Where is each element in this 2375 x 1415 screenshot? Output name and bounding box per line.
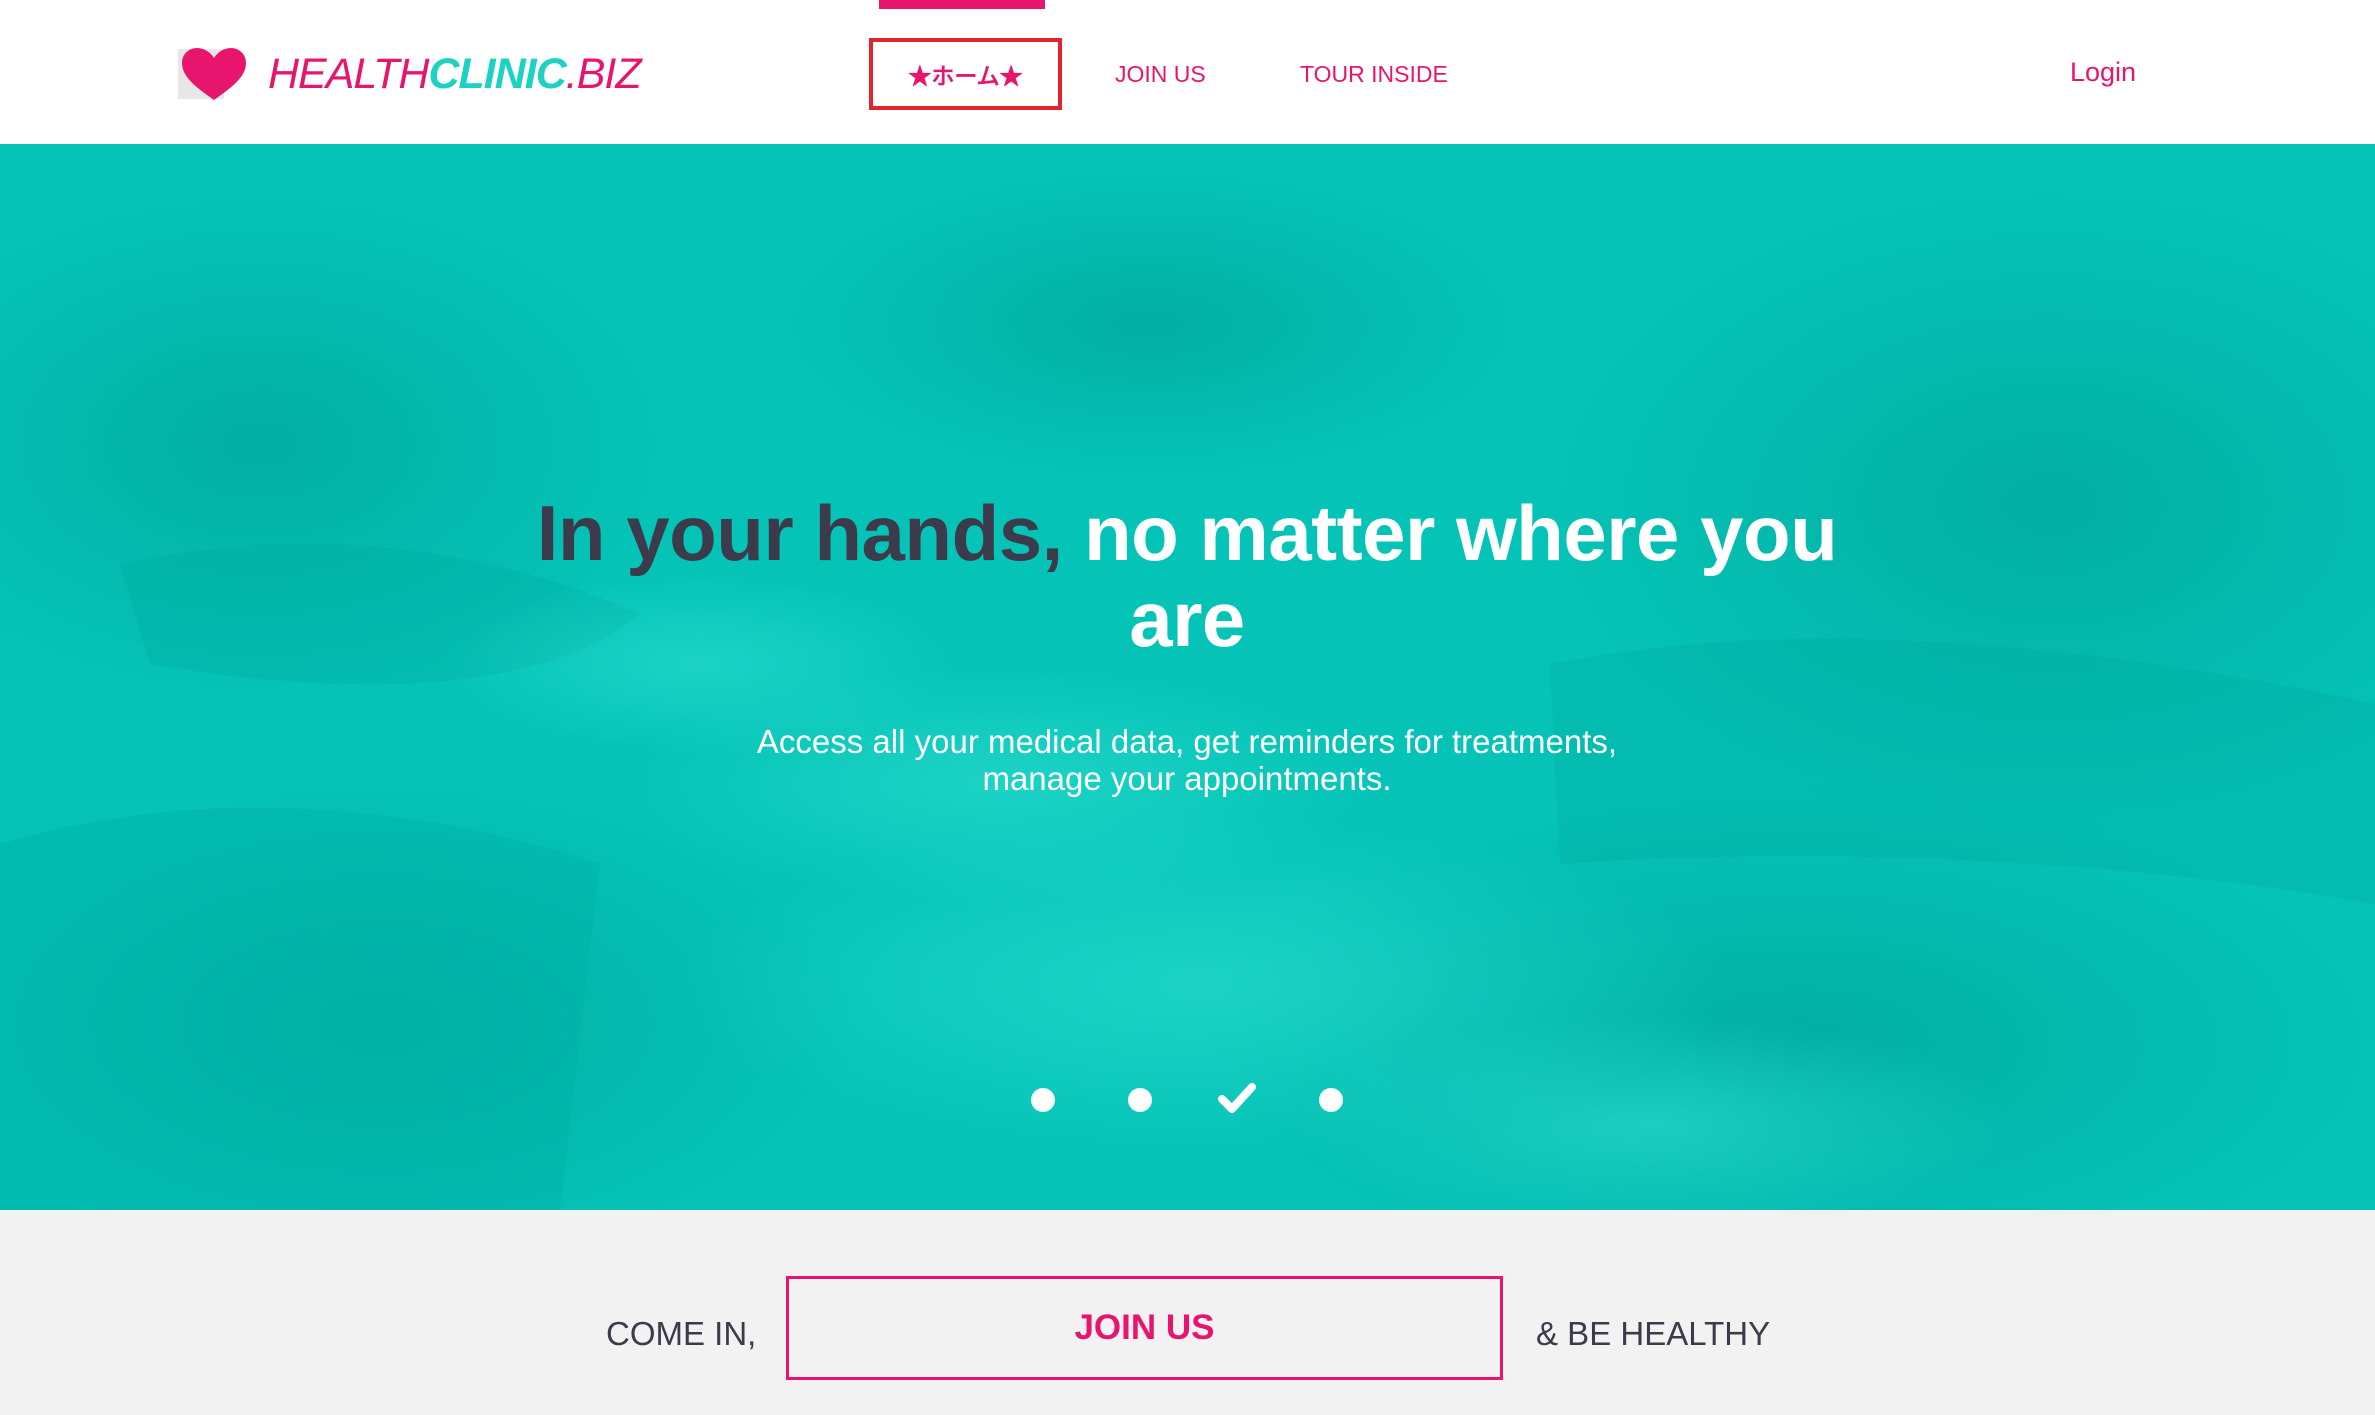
carousel-dot-4[interactable] [1319, 1088, 1343, 1112]
nav-item-home[interactable]: ★ホーム★ [869, 38, 1062, 110]
join-us-button[interactable]: JOIN US [786, 1276, 1503, 1380]
logo-text-clinic: CLINIC [428, 49, 566, 98]
hero-subtitle: Access all your medical data, get remind… [587, 723, 1787, 797]
logo-text-health: HEALTH [268, 49, 429, 98]
nav-item-tour-inside[interactable]: TOUR INSIDE [1300, 58, 1448, 90]
nav-active-indicator [879, 0, 1045, 9]
hero-headline-light-part: no matter where you are [1083, 489, 1838, 663]
cta-right-text: & BE HEALTHY [1536, 1315, 1771, 1352]
hero-subtitle-line-2: manage your appointments. [982, 760, 1392, 797]
cta-left-text: COME IN, [606, 1315, 757, 1352]
site-header: HEALTHCLINIC.BIZ ★ホーム★ JOIN US TOUR INSI… [0, 0, 2375, 144]
hero-headline: In your hands, no matter where you are [487, 490, 1887, 662]
checkmark-icon[interactable] [1217, 1078, 1257, 1118]
heart-icon [178, 48, 246, 100]
join-cta-strip: COME IN, JOIN US & BE HEALTHY [0, 1210, 2375, 1415]
login-link[interactable]: Login [2070, 54, 2136, 90]
hero-headline-dark-part: In your hands, [536, 489, 1064, 577]
hero-banner: In your hands, no matter where you are A… [0, 144, 2375, 1210]
logo-text-biz: .BIZ [565, 49, 642, 98]
site-logo[interactable]: HEALTHCLINIC.BIZ [178, 46, 642, 102]
carousel-indicators [0, 1078, 2375, 1118]
nav-item-join-us[interactable]: JOIN US [1115, 58, 1206, 90]
carousel-dot-1[interactable] [1031, 1088, 1055, 1112]
hero-background-image [0, 144, 2375, 1210]
hero-subtitle-line-1: Access all your medical data, get remind… [756, 723, 1618, 760]
logo-wordmark: HEALTHCLINIC.BIZ [268, 49, 642, 98]
carousel-dot-2[interactable] [1128, 1088, 1152, 1112]
